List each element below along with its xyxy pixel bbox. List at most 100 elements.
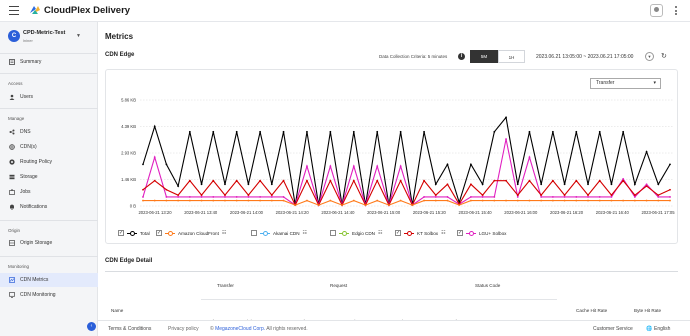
data-point-lgu-solbox [481,196,484,198]
sidebar-item-jobs[interactable]: Jobs [0,185,98,199]
col-byte-hit-rate[interactable]: Byte Hit Rate [634,308,661,313]
data-point-lgu-solbox [142,196,144,198]
sidebar-item-cdn-metrics[interactable]: CDN Metrics [0,273,98,287]
legend-label: Amazon CloudFront [178,230,219,236]
data-point-total [540,183,543,186]
legend-item-amazon-cloudfront[interactable]: ✓ Amazon CloudFront ☷ [156,230,226,236]
language-select[interactable]: English [654,326,670,332]
data-point-total [493,130,496,133]
x-tick-label: 2023-06-21 15:00 [367,210,401,215]
data-point-kt-solbox [329,179,332,182]
interval-1h-button[interactable]: 1H [498,50,525,63]
chevron-down-icon[interactable]: ▼ [76,33,81,39]
data-point-total [259,130,262,133]
brand-logo[interactable]: CloudPlex Delivery [29,4,130,16]
data-point-amazon-cloudfront [528,199,531,202]
col-cache-hit-rate[interactable]: Cache Hit Rate [576,308,607,313]
top-bar: CloudPlex Delivery [0,0,690,22]
group-request: Request [330,283,348,288]
legend-checkbox[interactable] [251,230,257,236]
legend-label: Total [140,230,150,236]
sidebar-item-label: Storage [20,174,38,180]
sidebar-item-label: Users [20,94,34,100]
more-vertical-icon[interactable] [675,6,679,17]
legend-item-akamai-cdn[interactable]: Akamai CDN ☷ [251,230,307,236]
data-point-total [423,130,425,133]
data-point-kt-solbox [633,194,636,197]
data-point-amazon-cloudfront [434,199,437,202]
sidebar-item-cdn-monitoring[interactable]: CDN Monitoring [0,288,98,302]
bell-icon [10,204,14,210]
data-point-kt-solbox [247,194,250,197]
legend-item-lgu-solbox[interactable]: ✓ LGU+ Solbox [457,230,506,236]
x-tick-label: 2023-06-21 16:40 [596,210,630,215]
legend-item-edgio-cdn[interactable]: Edgio CDN ☷ [330,230,382,236]
data-point-amazon-cloudfront [177,199,180,202]
project-switcher[interactable]: C CPD-Metric-Test lniner ▼ [0,22,98,53]
x-tick-label: 2023-06-21 16:00 [504,210,538,215]
group-transfer: Transfer [217,283,234,288]
table-icon[interactable]: ☷ [303,230,307,236]
date-range[interactable]: 2023.06.21 13:05:00 ~ 2023.06.21 17:05:0… [536,54,633,60]
date-dropdown-chevron-icon[interactable]: ▼ [645,52,654,61]
divider [0,256,98,257]
terms-link[interactable]: Terms & Conditions [108,326,151,332]
collapse-sidebar-icon[interactable]: ‹ [87,322,96,331]
sidebar-item-notifications[interactable]: Notifications [0,200,98,214]
col-name[interactable]: Name [111,308,123,313]
legend-checkbox[interactable]: ✓ [395,230,401,236]
company-link[interactable]: MegazoneCloud Corp. [215,326,265,332]
data-point-total [224,183,226,186]
interval-5m-button[interactable]: 5M [470,50,498,63]
legend-label: KT Solbox [417,230,439,236]
sidebar-item-storage[interactable]: Storage [0,170,98,184]
metric-select[interactable]: Transfer [590,78,661,89]
legend-checkbox[interactable]: ✓ [156,230,162,236]
info-icon[interactable]: i [458,53,465,60]
legend-item-kt-solbox[interactable]: ✓ KT Solbox ☷ [395,230,446,236]
sidebar-item-cdns[interactable]: CDN(s) [0,140,98,154]
user-account-icon[interactable] [650,4,663,17]
data-point-kt-solbox [200,194,203,197]
refresh-icon[interactable]: ↻ [661,52,667,60]
monitor-icon [9,292,15,298]
data-point-kt-solbox [212,179,215,182]
legend-item-total[interactable]: ✓ Total [118,230,150,236]
data-point-total [153,125,156,128]
brand-name: CloudPlex Delivery [44,4,131,16]
data-point-kt-solbox [259,179,262,182]
customer-service-link[interactable]: Customer Service [593,326,633,332]
legend-checkbox[interactable]: ✓ [457,230,463,236]
hamburger-menu-icon[interactable] [9,6,19,15]
data-point-lgu-solbox [247,196,250,198]
table-icon[interactable]: ☷ [378,230,382,236]
sidebar-item-routing-policy[interactable]: Routing Policy [0,155,98,169]
legend-checkbox[interactable] [330,230,336,236]
x-tick-label: 2023-06-21 14:20 [276,210,310,215]
data-point-amazon-cloudfront [622,199,625,202]
sidebar-item-summary[interactable]: Summary [0,55,98,69]
legend-swatch [260,230,270,236]
data-point-total [200,183,203,186]
data-point-amazon-cloudfront [235,199,238,202]
x-tick-label: 2023-06-21 13:20 [138,210,172,215]
data-point-amazon-cloudfront [633,199,636,202]
sidebar-item-label: CDN Metrics [20,277,49,283]
data-point-lgu-solbox [587,196,589,198]
data-point-total [657,183,660,186]
sidebar-item-dns[interactable]: DNS [0,125,98,139]
data-point-kt-solbox [224,194,226,197]
table-icon[interactable]: ☷ [222,230,226,236]
data-point-total [563,183,566,186]
legend-checkbox[interactable]: ✓ [118,230,124,236]
data-point-kt-solbox [481,194,484,197]
table-icon[interactable]: ☷ [441,230,445,236]
y-tick-label: 4.39 KB [121,124,136,129]
data-point-kt-solbox [423,179,425,182]
sidebar-item-origin-storage[interactable]: Origin Storage [0,236,98,250]
data-point-total [470,163,472,166]
privacy-link[interactable]: Privacy policy [168,326,199,332]
data-point-kt-solbox [587,194,589,197]
sidebar-item-label: Summary [20,59,42,65]
sidebar-item-users[interactable]: Users [0,90,98,104]
